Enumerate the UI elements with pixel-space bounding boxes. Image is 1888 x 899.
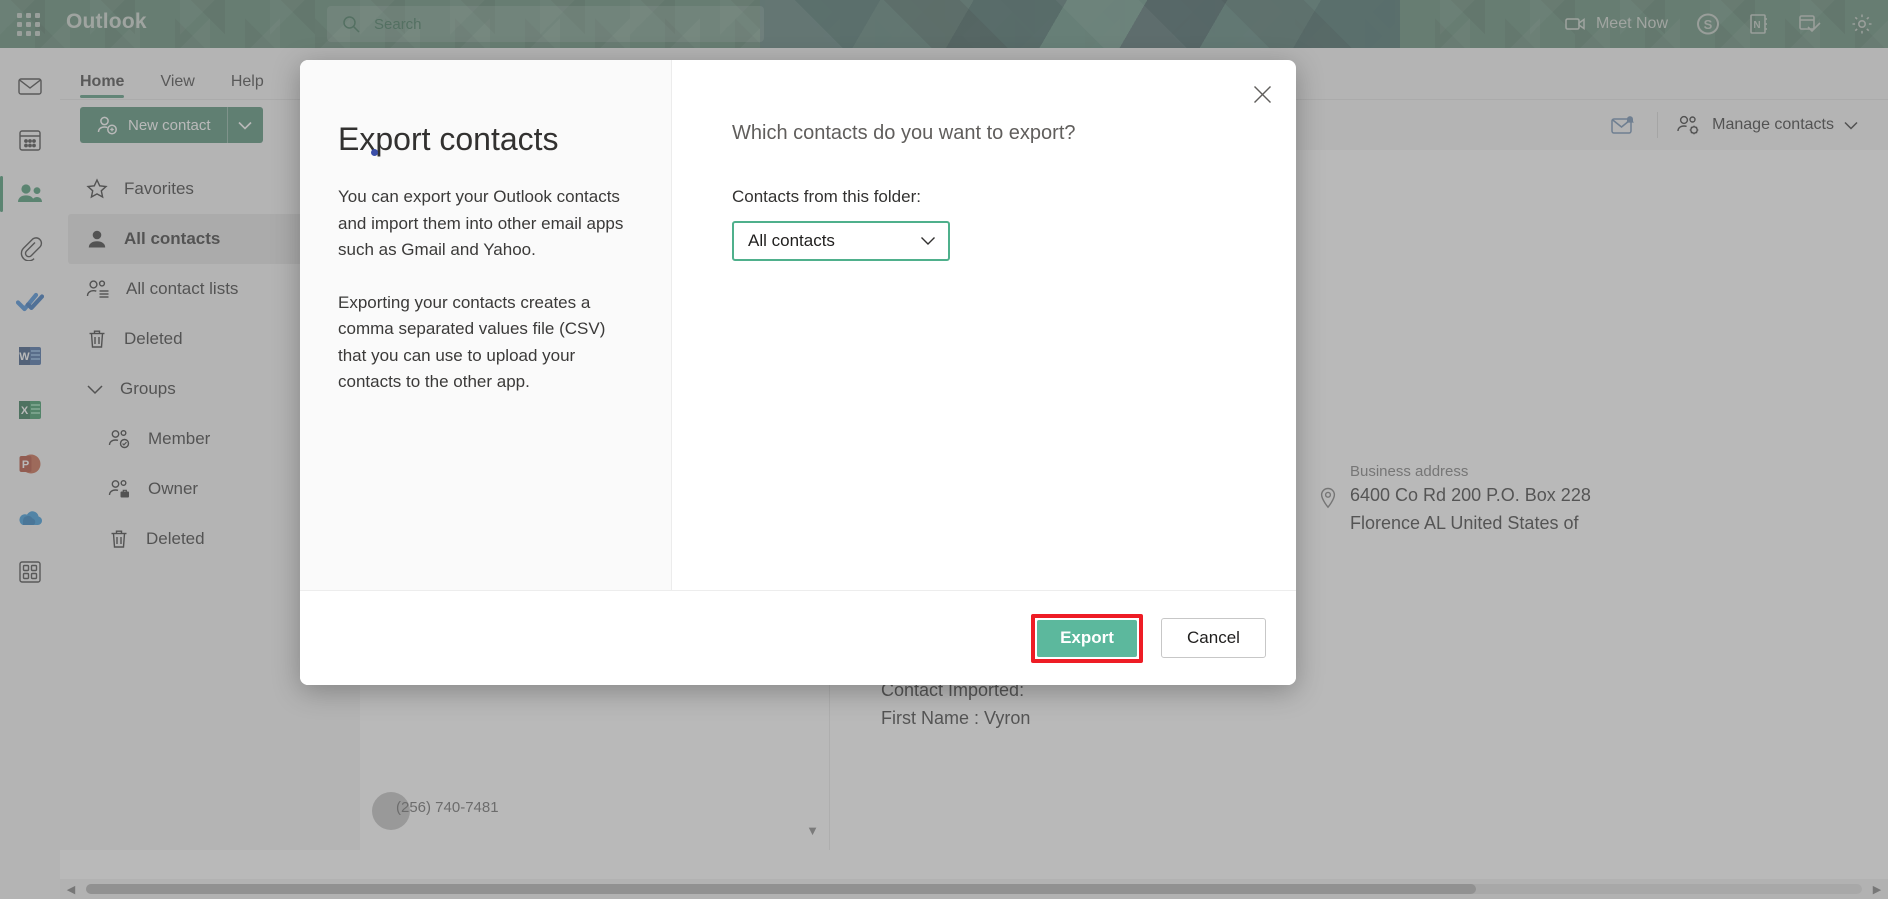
chevron-down-icon <box>920 236 936 246</box>
dialog-paragraph-2: Exporting your contacts creates a comma … <box>338 292 606 392</box>
folder-select-label: Contacts from this folder: <box>732 187 921 206</box>
close-button[interactable] <box>1242 74 1282 114</box>
dialog-question: Which contacts do you want to export? <box>732 122 1076 144</box>
export-button[interactable]: Export <box>1037 619 1137 657</box>
contacts-folder-select-value: All contacts <box>748 231 835 250</box>
close-icon <box>1253 85 1272 104</box>
dialog-form-panel: Which contacts do you want to export? Co… <box>672 60 1296 590</box>
contacts-folder-select[interactable]: All contacts <box>732 221 950 261</box>
export-contacts-dialog: Export contacts You can export your Outl… <box>300 60 1296 685</box>
cancel-button[interactable]: Cancel <box>1161 618 1266 658</box>
dialog-title: Export contacts <box>338 121 559 157</box>
export-button-annotation: Export <box>1031 613 1143 663</box>
dialog-footer: Export Cancel <box>300 590 1296 685</box>
screen: Outlook Search Meet Now <box>0 0 1888 899</box>
cursor-dot <box>371 149 378 156</box>
dialog-body: Export contacts You can export your Outl… <box>300 60 1296 590</box>
dialog-info-panel: Export contacts You can export your Outl… <box>300 60 672 590</box>
dialog-paragraph-1: You can export your Outlook contacts and… <box>338 187 624 260</box>
